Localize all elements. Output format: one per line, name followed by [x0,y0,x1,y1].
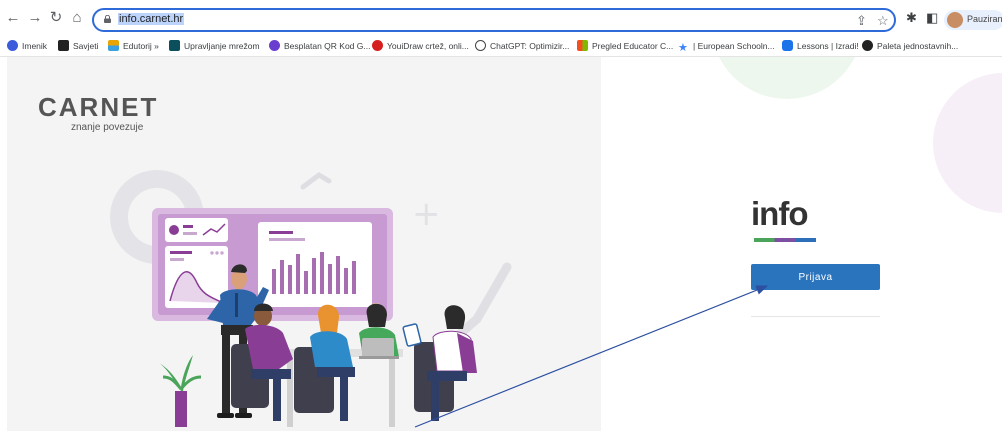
bookmark-favicon-icon [475,40,486,51]
reload-icon[interactable]: ↻ [47,9,65,27]
sidepanel-icon[interactable]: ◧ [926,10,938,26]
bookmark-favicon-icon: ★ [678,42,689,54]
star-icon[interactable]: ☆ [877,13,889,29]
bookmark-item[interactable]: Upravljanje mrežom [169,39,260,53]
team-meeting-illustration: + [110,170,512,427]
bookmark-item[interactable]: Lessons | Izradi! [782,39,859,53]
forward-icon[interactable]: → [26,9,44,27]
profile-name: Pauziranc [967,14,1002,24]
lock-icon[interactable] [104,15,111,23]
bookmark-item[interactable]: ChatGPT: Optimizir... [475,39,569,53]
bookmark-favicon-icon [782,40,793,51]
bookmark-favicon-icon [58,40,69,51]
back-icon[interactable]: ← [4,9,22,27]
info-logo-underline [754,238,816,242]
login-button[interactable]: Prijava [751,264,880,290]
svg-text:+: + [412,194,441,234]
bookmark-favicon-icon [372,40,383,51]
bookmark-favicon-icon [862,40,873,51]
hero-panel: CARNET znanje povezuje + [7,57,601,431]
bookmark-item[interactable]: Imenik [7,39,47,53]
login-panel: info Prijava [601,57,1002,431]
avatar [947,12,963,28]
bookmark-favicon-icon [169,40,180,51]
bookmark-item[interactable]: YouiDraw crtež, onli... [372,39,469,53]
bookmark-favicon-icon [577,40,588,51]
divider [751,316,880,317]
share-icon[interactable]: ⇪ [856,13,867,29]
bookmark-favicon-icon [269,40,280,51]
home-icon[interactable]: ⌂ [68,9,86,27]
bookmark-item[interactable]: Pregled Educator C... [577,39,673,53]
info-logo: info [751,195,808,232]
url-text[interactable]: info.carnet.hr [118,13,185,25]
bookmark-favicon-icon [7,40,18,51]
profile-button[interactable]: Pauziranc [944,10,1002,30]
browser-toolbar: ← → ↻ ⌂ info.carnet.hr ⇪ ☆ ✱ ◧ Pauziranc [0,0,1002,36]
bookmark-item[interactable]: Edutorij » [108,39,159,53]
background-decoration [719,57,1002,213]
bookmark-item[interactable]: Savjeti [58,39,99,53]
bookmark-item[interactable]: Besplatan QR Kod G... [269,39,370,53]
address-bar[interactable]: info.carnet.hr ⇪ ☆ [92,8,896,32]
bookmarks-bar: Imenik Savjeti Edutorij » Upravljanje mr… [0,36,1002,57]
bookmark-item[interactable]: ★ | European Schooln... [678,39,775,54]
extensions-icon[interactable]: ✱ [906,10,917,26]
bookmark-favicon-icon [108,40,119,51]
bookmark-item[interactable]: Paleta jednostavnih... [862,39,958,53]
